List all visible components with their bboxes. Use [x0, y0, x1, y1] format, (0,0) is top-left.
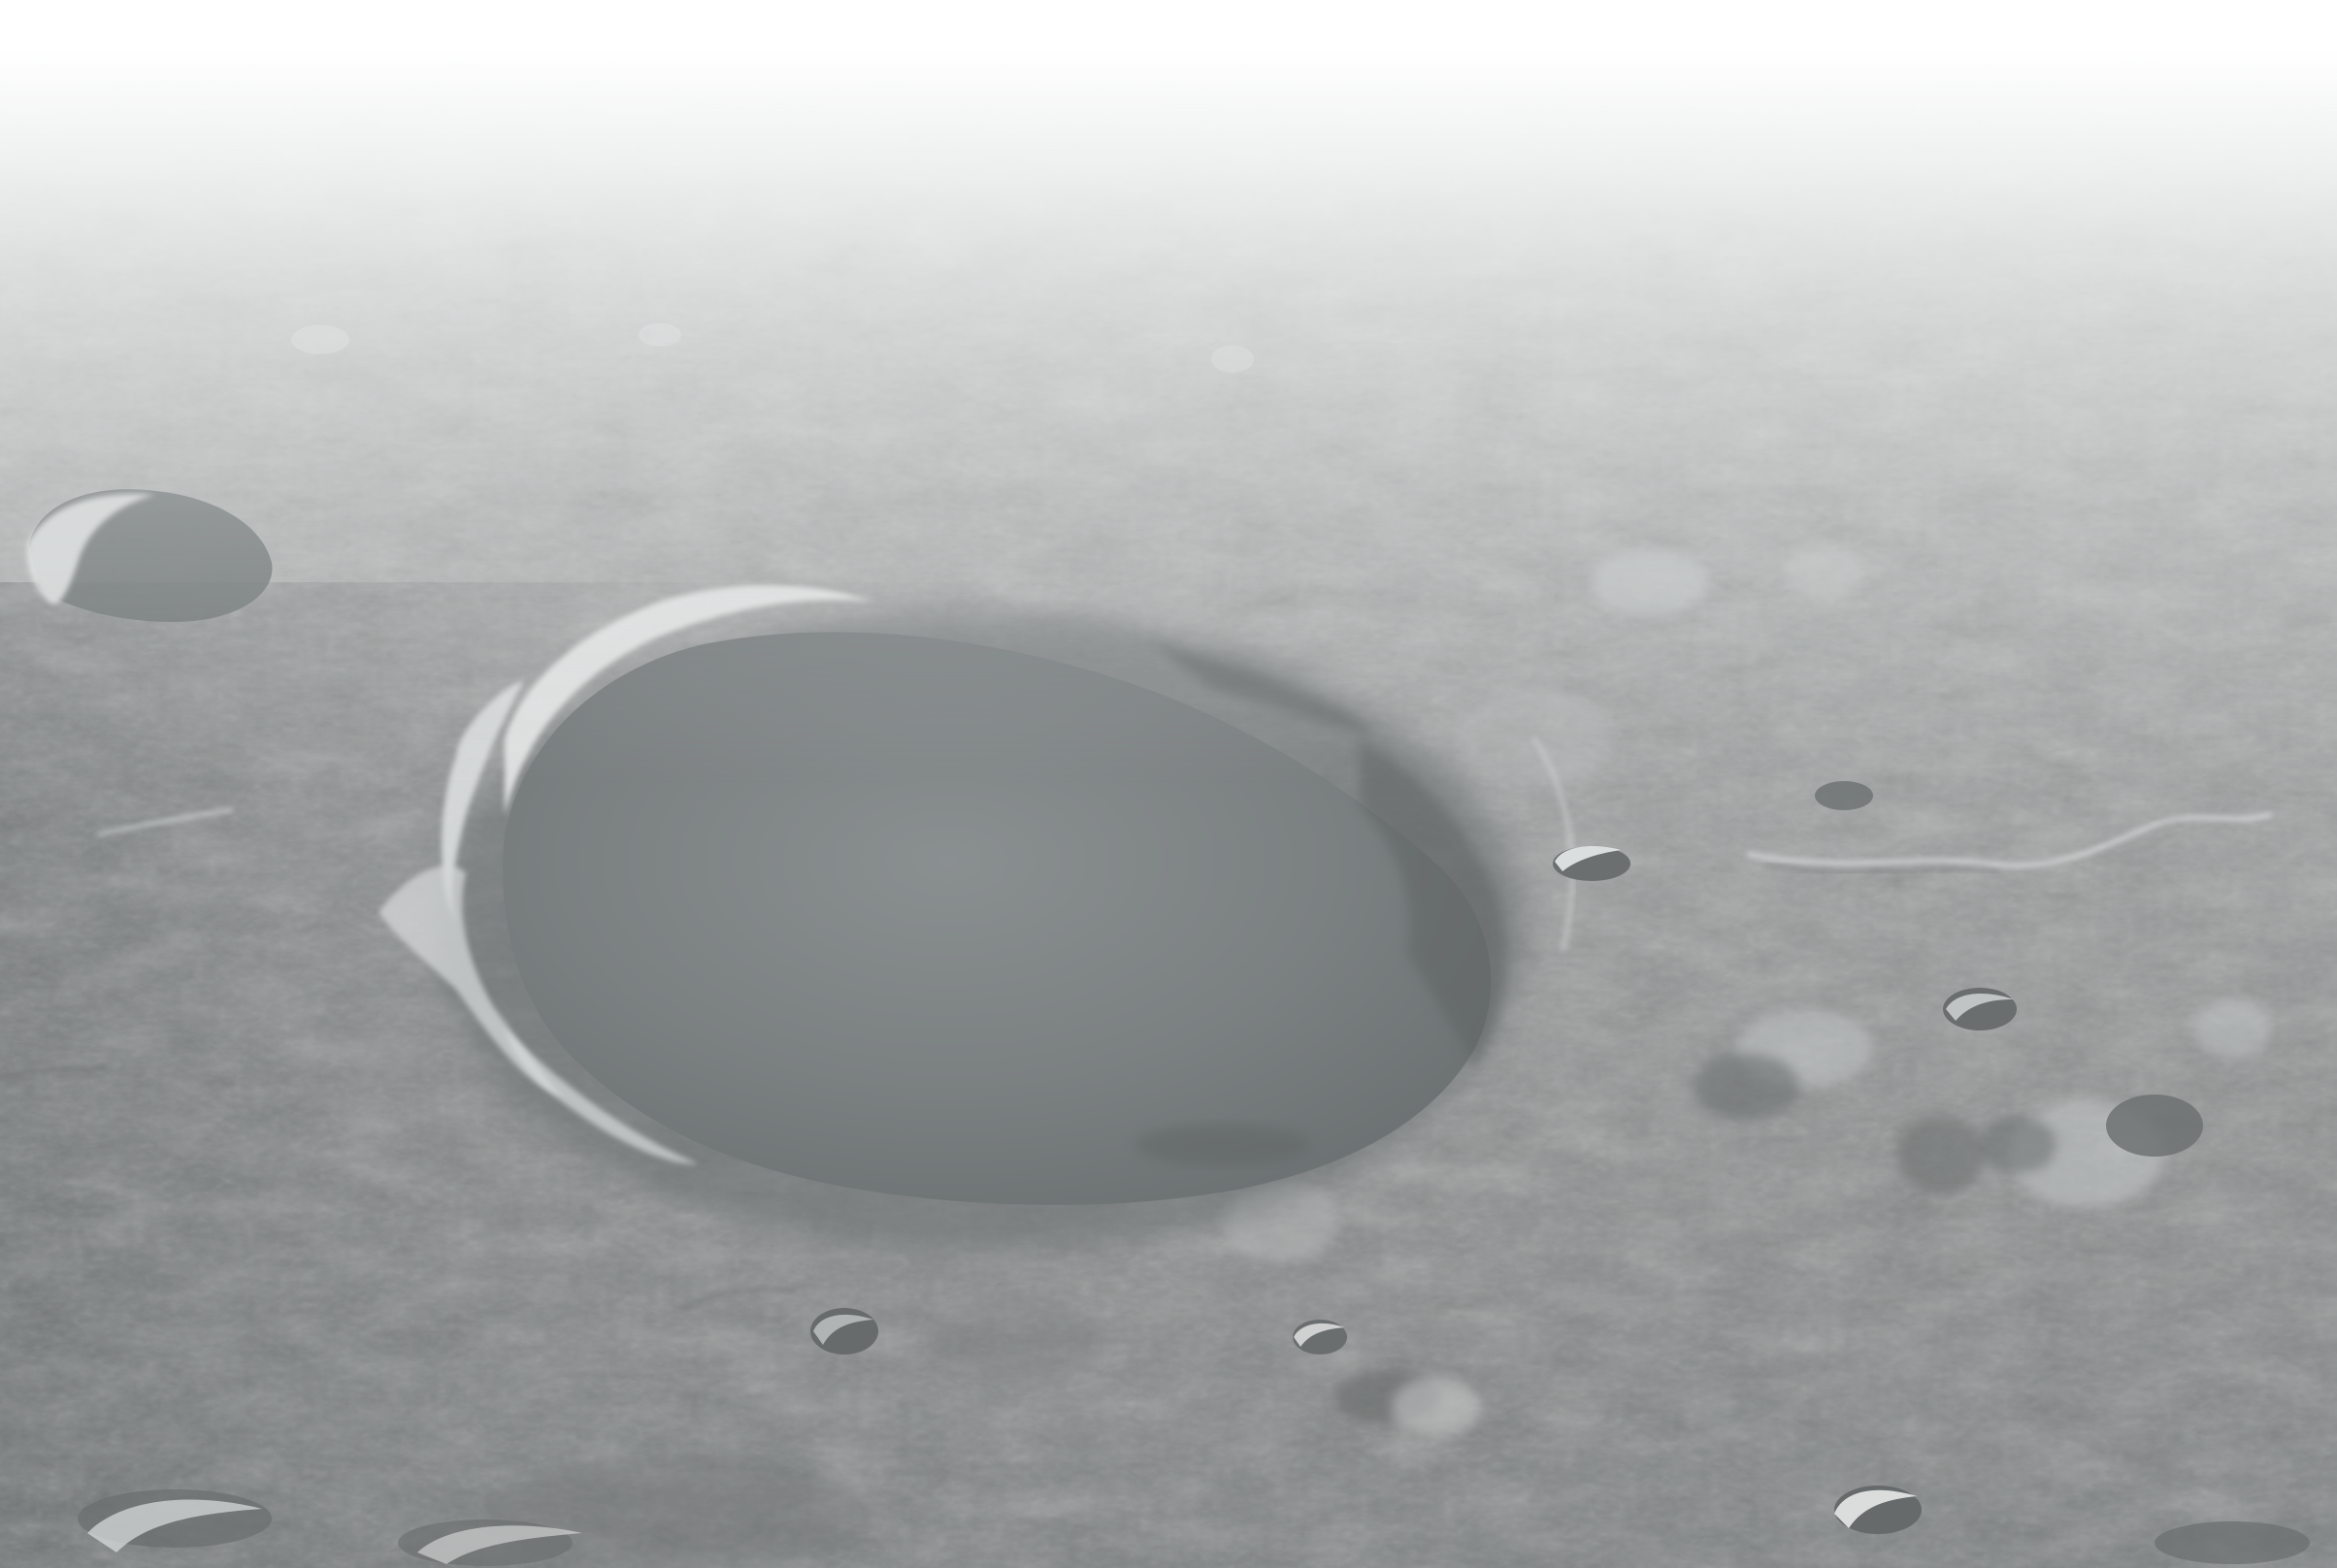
lunar-surface-photo	[0, 0, 2337, 1568]
sky-haze	[0, 0, 2337, 1568]
